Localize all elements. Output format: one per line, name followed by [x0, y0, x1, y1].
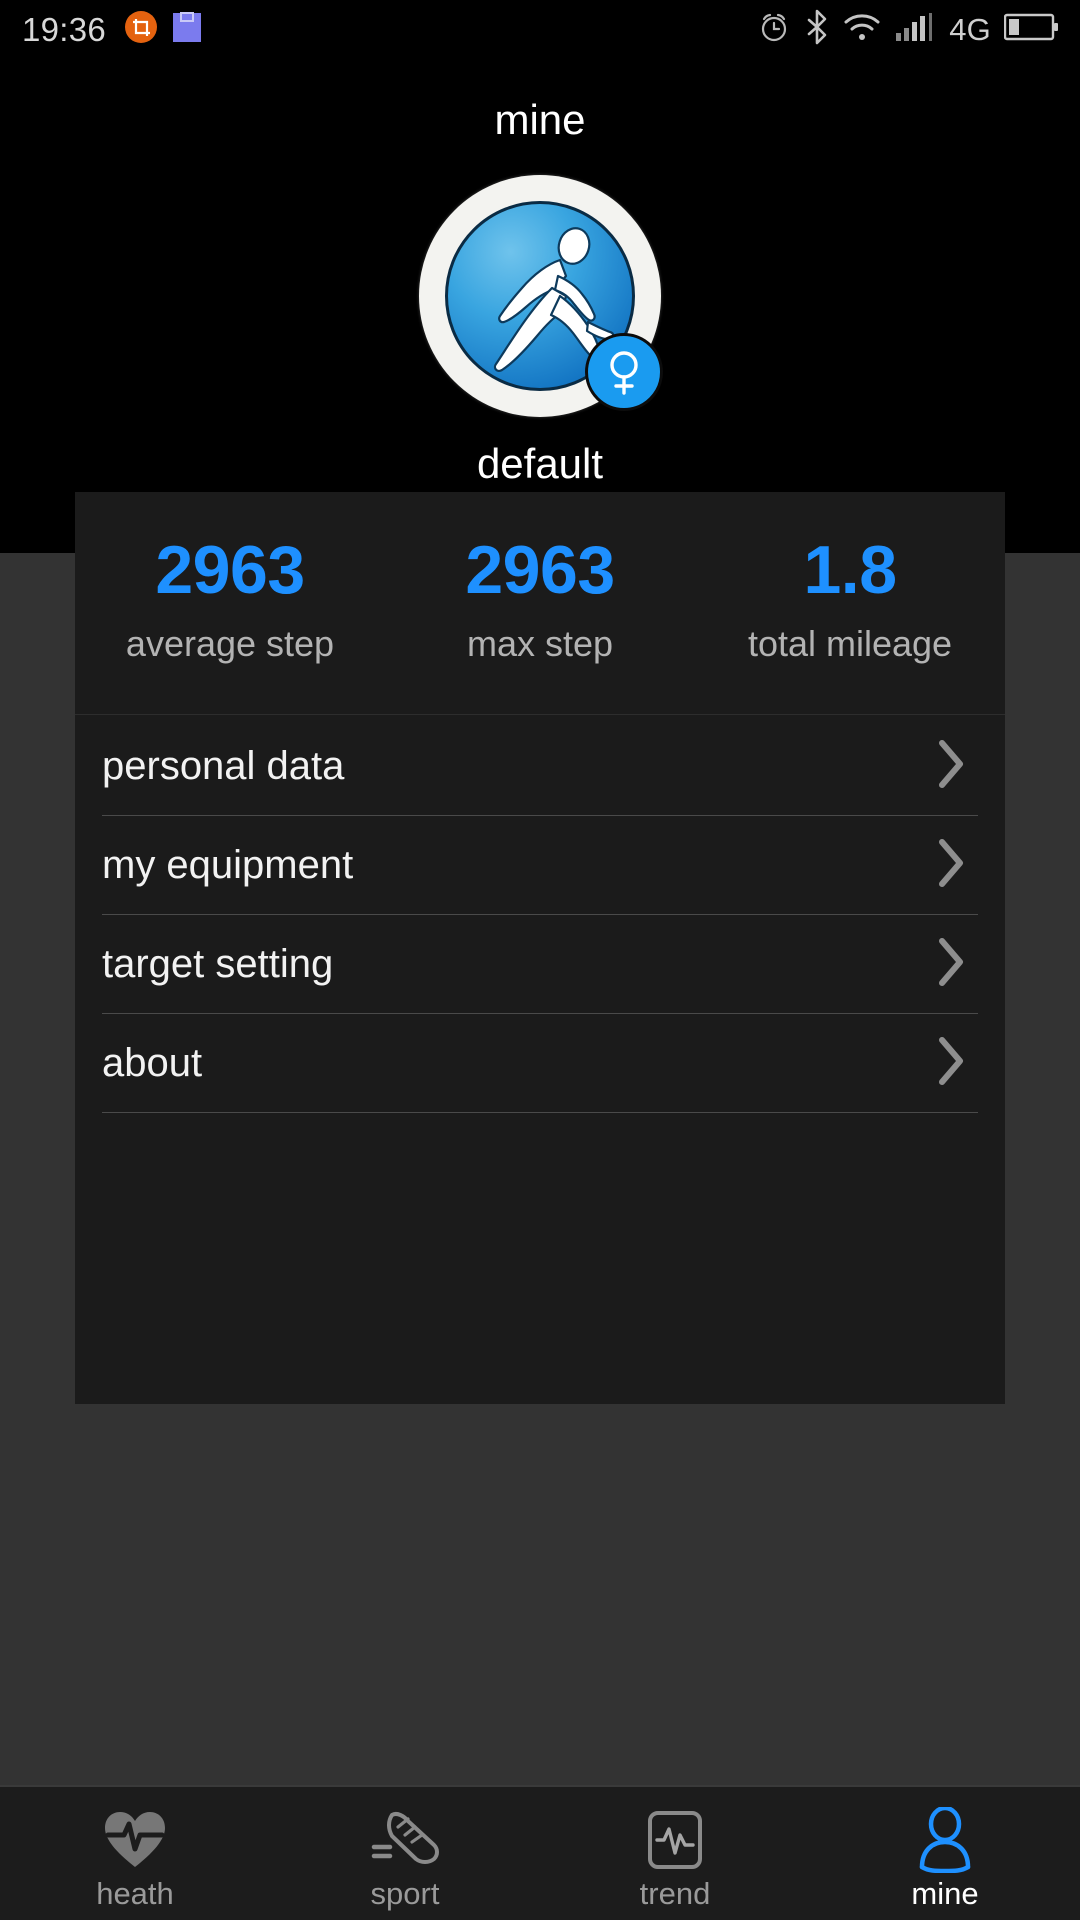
- network-type-label: 4G: [949, 11, 991, 47]
- running-shoe-icon: [368, 1806, 442, 1874]
- nav-tab-trend[interactable]: trend: [540, 1787, 810, 1920]
- status-bar: 19:36 4G: [0, 0, 1080, 58]
- menu-item-label: target setting: [102, 942, 334, 986]
- profile-name: default: [476, 440, 604, 487]
- stat-label: average step: [125, 623, 335, 664]
- menu-list: personal data my equipment target settin…: [75, 717, 1005, 1113]
- status-bar-right: 4G: [757, 9, 1058, 50]
- bluetooth-icon: [804, 9, 830, 50]
- chart-waveform-icon: [644, 1806, 706, 1874]
- stat-value: 1.8: [803, 532, 897, 608]
- stat-label: max step: [466, 623, 614, 664]
- stats-row: 2963 average step 2963 max step 1.8 tota…: [75, 492, 1005, 662]
- menu-item-target-setting[interactable]: target setting: [102, 915, 978, 1013]
- menu-item-personal-data[interactable]: personal data: [102, 717, 978, 815]
- wifi-icon: [843, 11, 881, 48]
- heart-pulse-icon: [102, 1806, 168, 1874]
- nav-tab-label: mine: [911, 1876, 979, 1911]
- person-icon: [914, 1806, 976, 1874]
- menu-item-label: personal data: [102, 744, 345, 788]
- screenshot-crop-icon: [124, 10, 158, 49]
- status-bar-left: 19:36: [22, 10, 202, 49]
- stat-total-mileage: 1.8 total mileage: [695, 536, 1005, 662]
- nav-tab-sport[interactable]: sport: [270, 1787, 540, 1920]
- chevron-right-icon: [934, 836, 968, 895]
- stat-average-step: 2963 average step: [75, 536, 385, 662]
- nav-tab-label: trend: [639, 1876, 711, 1911]
- chevron-right-icon: [934, 737, 968, 796]
- phone-screen: 19:36 4G mine default 2963 average step …: [0, 0, 1080, 1920]
- nav-tab-heath[interactable]: heath: [0, 1787, 270, 1920]
- stat-max-step: 2963 max step: [385, 536, 695, 662]
- menu-item-label: about: [102, 1041, 203, 1085]
- status-bar-clock: 19:36: [22, 10, 107, 48]
- signal-bars-icon: [894, 11, 936, 48]
- nav-tab-label: heath: [96, 1876, 174, 1911]
- nav-tab-mine[interactable]: mine: [810, 1787, 1080, 1920]
- female-gender-icon: [585, 333, 663, 411]
- chevron-right-icon: [934, 1034, 968, 1093]
- menu-item-about[interactable]: about: [102, 1014, 978, 1112]
- stat-value: 2963: [155, 532, 305, 608]
- page-title: mine: [494, 96, 586, 143]
- menu-divider: [102, 1112, 978, 1113]
- alarm-icon: [757, 10, 791, 49]
- nav-tab-label: sport: [370, 1876, 440, 1911]
- bottom-navigation-bar: heath sport trend mine: [0, 1785, 1080, 1920]
- menu-item-my-equipment[interactable]: my equipment: [102, 816, 978, 914]
- profile-card: 2963 average step 2963 max step 1.8 tota…: [75, 492, 1005, 1404]
- save-file-icon: [172, 10, 202, 49]
- stat-value: 2963: [465, 532, 615, 608]
- stats-menu-divider: [75, 714, 1005, 715]
- chevron-right-icon: [934, 935, 968, 994]
- stat-label: total mileage: [747, 623, 953, 664]
- battery-icon: [1003, 12, 1058, 47]
- status-bar-notification-icons: [124, 10, 202, 49]
- menu-item-label: my equipment: [102, 843, 354, 887]
- profile-avatar[interactable]: [419, 175, 663, 417]
